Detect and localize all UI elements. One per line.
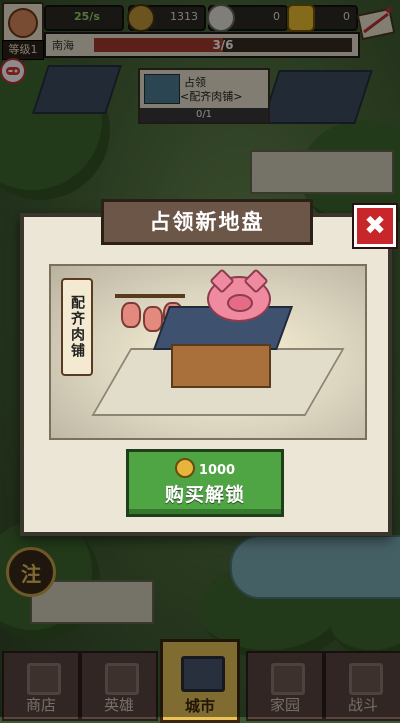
occupy-territory-dialog: 占领新地盘 ✖ 配齐肉铺 1000 购买解锁 <box>20 199 398 536</box>
pig-snout <box>227 294 253 312</box>
meat-rack <box>115 294 185 298</box>
pig-head-sign-icon <box>207 268 271 322</box>
buy-unlock-label: 购买解锁 <box>164 484 245 506</box>
price-row: 1000 <box>129 458 281 478</box>
shop-name-tag: 配齐肉铺 <box>61 278 93 376</box>
shop-building <box>171 344 271 388</box>
shop-preview-image: 配齐肉铺 <box>49 264 367 440</box>
price-value: 1000 <box>198 463 236 478</box>
buy-unlock-button[interactable]: 1000 购买解锁 <box>126 449 284 517</box>
dialog-title: 占领新地盘 <box>101 199 313 245</box>
pig-ear <box>209 268 235 294</box>
pig-ear <box>243 268 269 294</box>
close-button[interactable]: ✖ <box>352 203 398 249</box>
meat-icon <box>121 302 141 328</box>
coin-icon <box>174 458 195 478</box>
